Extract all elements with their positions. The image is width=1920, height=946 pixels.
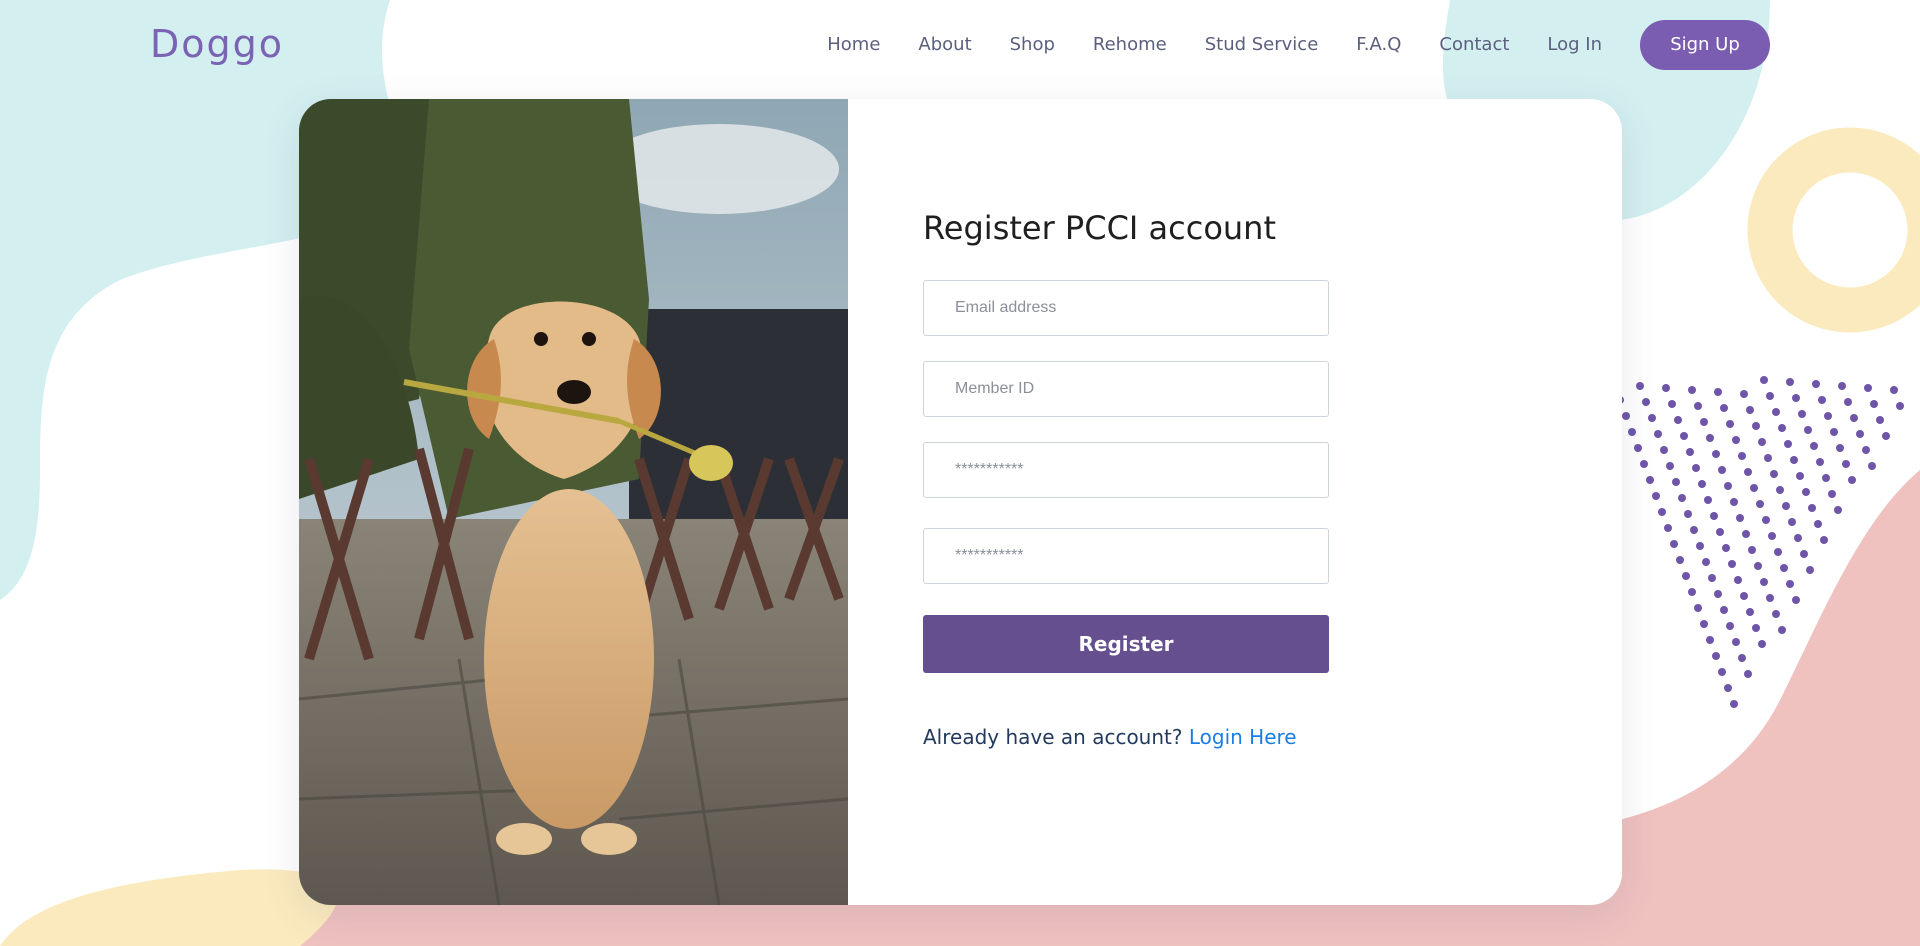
nav-stud-service[interactable]: Stud Service <box>1205 20 1319 70</box>
nav-contact[interactable]: Contact <box>1439 20 1509 70</box>
password-field[interactable] <box>923 442 1329 498</box>
member-id-field[interactable] <box>923 361 1329 417</box>
confirm-password-field[interactable] <box>923 528 1329 584</box>
login-prompt-text: Already have an account? <box>923 725 1183 749</box>
signup-button[interactable]: Sign Up <box>1640 20 1770 70</box>
dog-photo <box>299 99 848 905</box>
register-card: Register PCCI account Register Already h… <box>299 99 1622 905</box>
register-button[interactable]: Register <box>923 615 1329 673</box>
login-prompt: Already have an account? Login Here <box>923 725 1297 749</box>
nav-faq[interactable]: F.A.Q <box>1356 20 1401 70</box>
nav-shop[interactable]: Shop <box>1010 20 1055 70</box>
brand-logo[interactable]: Doggo <box>150 22 284 66</box>
nav-home[interactable]: Home <box>827 20 880 70</box>
nav-menu: Home About Shop Rehome Stud Service F.A.… <box>827 20 1770 70</box>
login-link[interactable]: Login Here <box>1189 725 1297 749</box>
form-title: Register PCCI account <box>923 209 1276 247</box>
nav-rehome[interactable]: Rehome <box>1093 20 1167 70</box>
nav-about[interactable]: About <box>918 20 971 70</box>
top-navigation: Doggo Home About Shop Rehome Stud Servic… <box>0 0 1920 90</box>
nav-login[interactable]: Log In <box>1547 20 1602 70</box>
email-field[interactable] <box>923 280 1329 336</box>
